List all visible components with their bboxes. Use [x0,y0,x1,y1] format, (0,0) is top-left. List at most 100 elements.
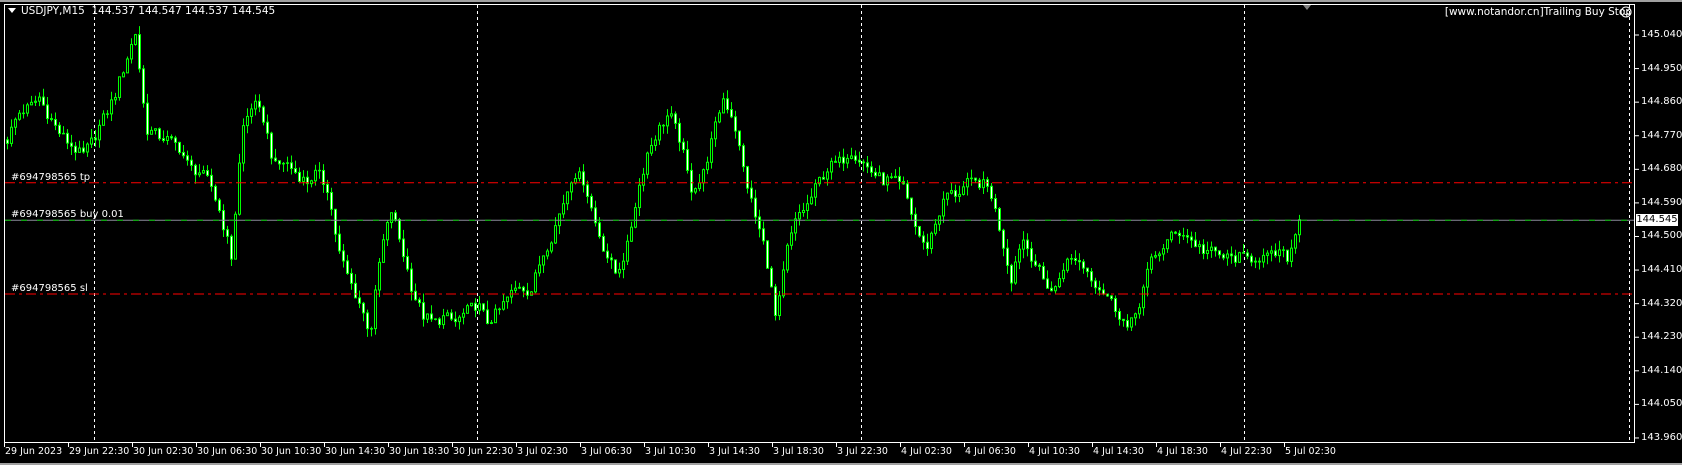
time-tick-label: 3 Jul 10:30 [645,446,696,457]
time-tick-label: 29 Jun 22:30 [69,446,130,457]
candle [910,197,913,221]
candle [306,170,309,193]
candle [90,129,93,149]
candle-body [718,112,721,123]
candle [38,92,41,107]
candle-body [430,313,433,320]
candle [1070,254,1073,265]
candle-body [70,142,73,147]
candle-body [78,147,81,153]
smiley-face-icon[interactable] [1620,6,1632,18]
candle [198,164,201,178]
candle-body [950,190,953,194]
candle [1294,233,1297,254]
candle [1230,246,1233,264]
candle-body [898,175,901,183]
candle-body [1222,254,1225,259]
candle-body [474,302,477,311]
tp-order-label: #694798565 tp [11,172,91,183]
candle-body [250,108,253,117]
candle-body [178,141,181,153]
candle [730,102,733,119]
candle-body [278,160,281,165]
candle-body [1226,253,1229,259]
candle-body [774,286,777,317]
time-tick-label: 30 Jun 14:30 [325,446,386,457]
candle [806,194,809,219]
candle-body [706,161,709,171]
candle [482,303,485,313]
candle [166,130,169,145]
price-tick-label: 144.320 [1641,297,1682,309]
candle-body [22,112,25,115]
expert-advisor-label[interactable]: [www.notandor.cn]Trailing Buy Stop [1445,6,1632,18]
candle [362,301,365,322]
candle-body [1242,252,1245,254]
candle [10,119,13,147]
candle [558,213,561,235]
candle-body [742,145,745,168]
candle [22,104,25,119]
candle [294,160,297,174]
candle [490,320,493,325]
candle-body [910,197,913,215]
candle [994,193,997,213]
current-price-label: 144.545 [1636,214,1678,226]
candle [554,217,557,245]
candle [634,202,637,229]
candle [398,217,401,243]
candle [1094,277,1097,294]
candle [278,160,281,170]
candle [342,244,345,268]
candle [210,168,213,192]
candle [746,165,749,194]
price-tick-label: 144.860 [1641,96,1682,108]
candle [1170,230,1173,243]
dropdown-triangle-icon[interactable] [8,8,16,13]
candle-body [822,176,825,180]
candle-body [550,242,553,252]
candle [890,172,893,179]
candle [414,283,417,301]
candle [930,231,933,254]
candle [1022,231,1025,259]
candle-body [1102,289,1105,295]
time-tick-label: 30 Jun 06:30 [197,446,258,457]
candle [958,185,961,203]
candle-body [370,328,373,330]
candle-body [746,166,749,189]
candle [254,94,257,116]
candle [1142,284,1145,316]
candle [1074,250,1077,265]
candle-body [1070,258,1073,260]
candle [1090,267,1093,287]
candle-body [982,179,985,189]
candle-body [658,124,661,141]
candle-body [1014,261,1017,284]
candle [70,134,73,156]
candle-body [342,250,345,262]
candle-body [946,192,949,200]
candle [114,92,117,105]
candle [450,309,453,322]
candle [310,179,313,188]
candle-body [1186,235,1189,238]
candle [738,130,741,151]
time-tick-label: 4 Jul 06:30 [965,446,1016,457]
candle-body [434,318,437,320]
candle-body [546,250,549,257]
candle [146,93,149,141]
candle-body [1202,244,1205,255]
candle-body [118,76,121,98]
candle-body [1190,236,1193,241]
candle-body [814,183,817,198]
candle [942,191,945,223]
candle-body [482,303,485,311]
time-tick-label: 3 Jul 18:30 [773,446,824,457]
candle [1018,244,1021,270]
candle-body [802,209,805,214]
price-chart[interactable] [0,0,1682,465]
candle [50,113,53,122]
time-tick-label: 29 Jun 2023 [5,446,63,457]
candle-body [690,169,693,193]
